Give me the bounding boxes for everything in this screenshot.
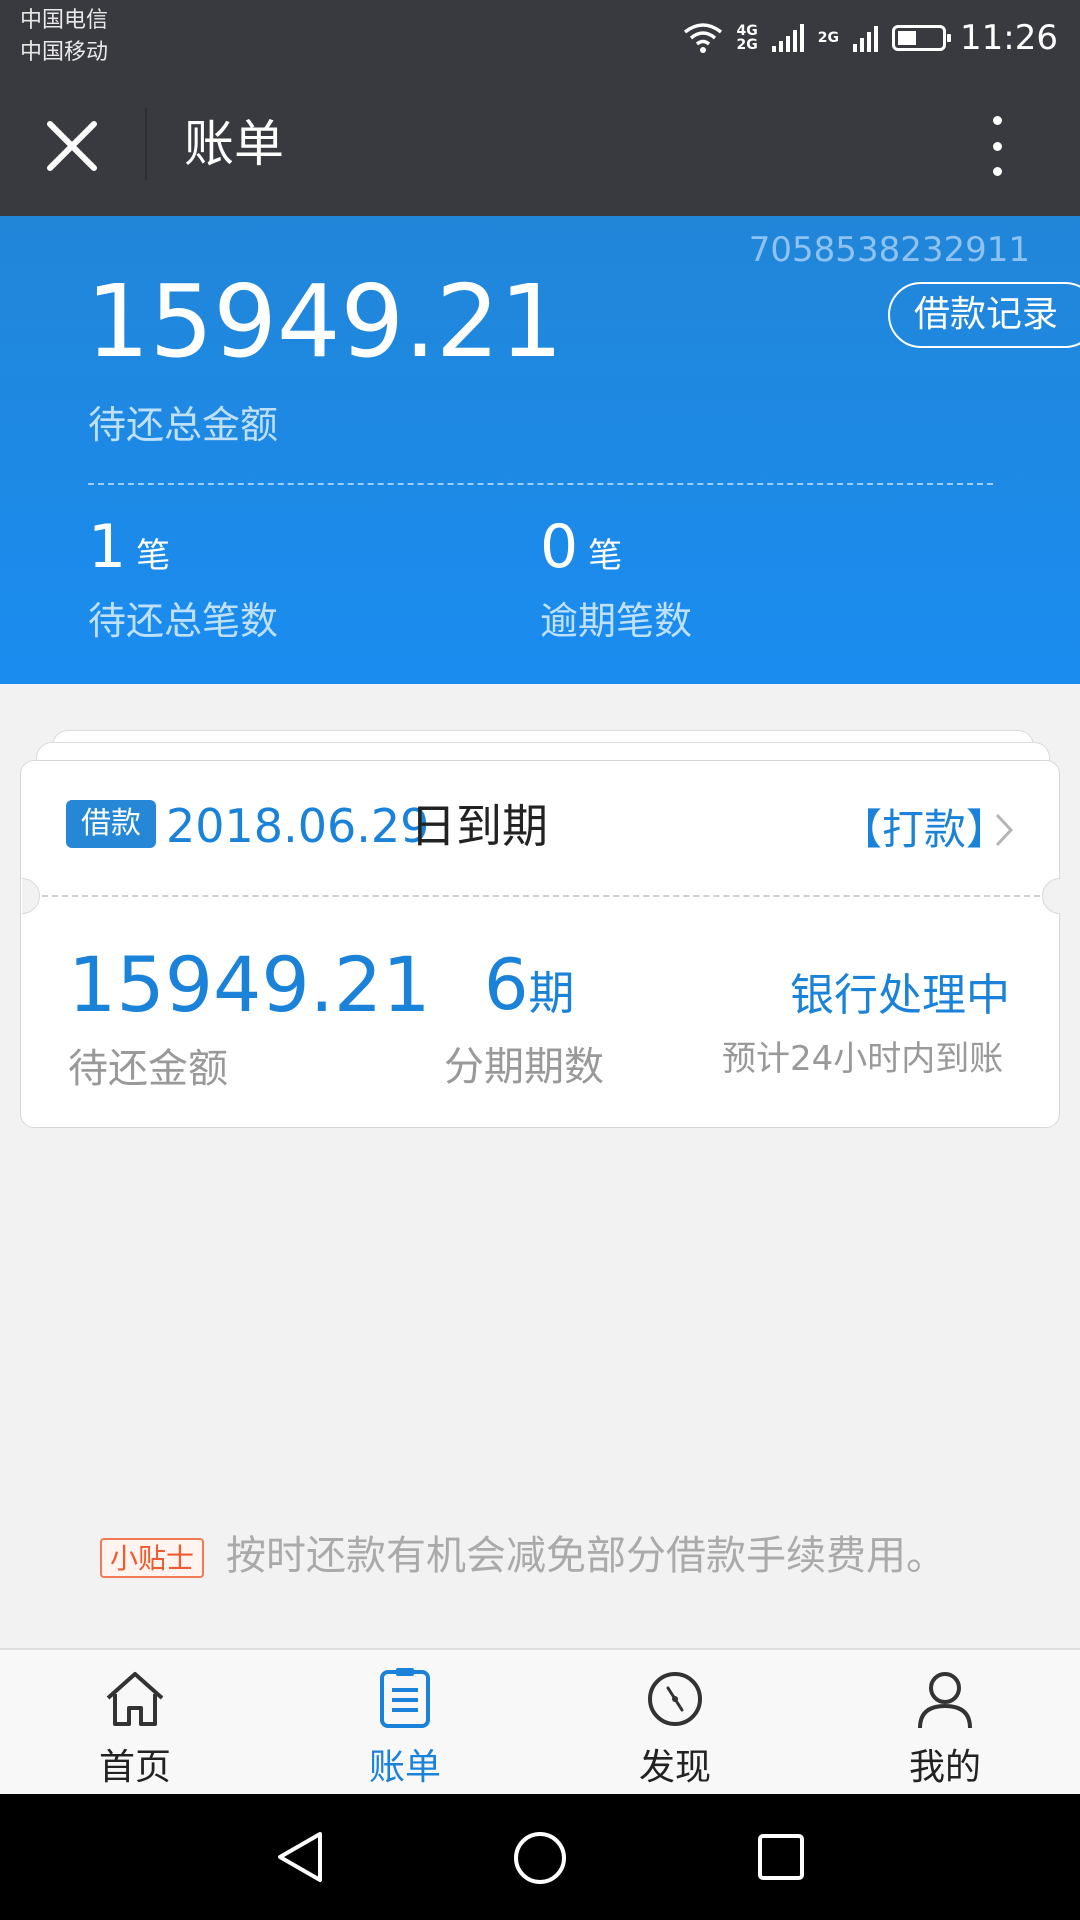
- overdue-count-label: 逾期笔数: [540, 599, 693, 643]
- summary-divider: [88, 483, 993, 485]
- home-icon: [106, 1672, 164, 1726]
- tip-tag: 小贴士: [100, 1538, 204, 1578]
- pending-count: 1笔: [88, 512, 171, 582]
- due-date: 2018.06.29: [166, 799, 430, 853]
- installment-periods: 6期: [484, 944, 575, 1026]
- compass-icon: [648, 1672, 702, 1726]
- overdue-count: 0笔: [540, 512, 623, 582]
- title-bar: [0, 74, 1080, 216]
- chevron-right-icon[interactable]: [994, 812, 1014, 848]
- wifi-icon: [683, 23, 722, 53]
- pay-link[interactable]: 【打款】: [840, 802, 1008, 858]
- nav-bill[interactable]: 账单: [270, 1668, 540, 1790]
- loan-record-button[interactable]: 借款记录: [888, 282, 1080, 348]
- total-amount: 15949.21: [86, 263, 564, 380]
- battery-icon: [892, 25, 952, 51]
- network-type-1: 4G 2G: [736, 23, 758, 53]
- card-notch-right: [1042, 878, 1060, 914]
- page-title: 账单: [184, 115, 284, 173]
- more-menu-icon[interactable]: [982, 112, 1012, 180]
- installment-periods-label: 分期期数: [444, 1044, 604, 1090]
- title-divider: [145, 108, 147, 180]
- bill-amount: 15949.21: [68, 940, 431, 1029]
- card-divider: [42, 895, 1040, 897]
- bill-icon: [380, 1668, 430, 1728]
- nav-discover[interactable]: 发现: [540, 1668, 810, 1790]
- card-notch-left: [22, 878, 40, 914]
- nav-home[interactable]: 首页: [0, 1668, 270, 1790]
- recent-apps-icon[interactable]: [756, 1832, 806, 1882]
- pending-count-label: 待还总笔数: [88, 599, 279, 643]
- network-type-2: 2G: [817, 30, 840, 46]
- loan-tag: 借款: [66, 800, 156, 848]
- clock: 11:26: [960, 18, 1058, 58]
- signal-icon: [771, 24, 804, 52]
- home-circle-icon[interactable]: [512, 1830, 568, 1886]
- back-icon[interactable]: [274, 1830, 326, 1884]
- due-suffix: 日到期: [410, 799, 548, 853]
- carrier-1: 中国电信: [20, 8, 109, 33]
- status-icons: 4G 2G 2G 11:26: [683, 14, 1058, 62]
- close-icon[interactable]: [44, 118, 100, 174]
- nav-mine[interactable]: 我的: [810, 1668, 1080, 1790]
- signal-icon-2: [853, 24, 879, 52]
- bill-amount-label: 待还金额: [68, 1046, 228, 1092]
- total-amount-label: 待还总金额: [88, 403, 279, 447]
- bank-status-note: 预计24小时内到账: [722, 1039, 1004, 1079]
- carrier-2: 中国移动: [20, 40, 109, 65]
- tip-text: 按时还款有机会减免部分借款手续费用。: [226, 1533, 946, 1579]
- account-number: 7058538232911: [748, 230, 1030, 270]
- user-icon: [918, 1672, 972, 1729]
- bank-status: 银行处理中: [790, 970, 1010, 1021]
